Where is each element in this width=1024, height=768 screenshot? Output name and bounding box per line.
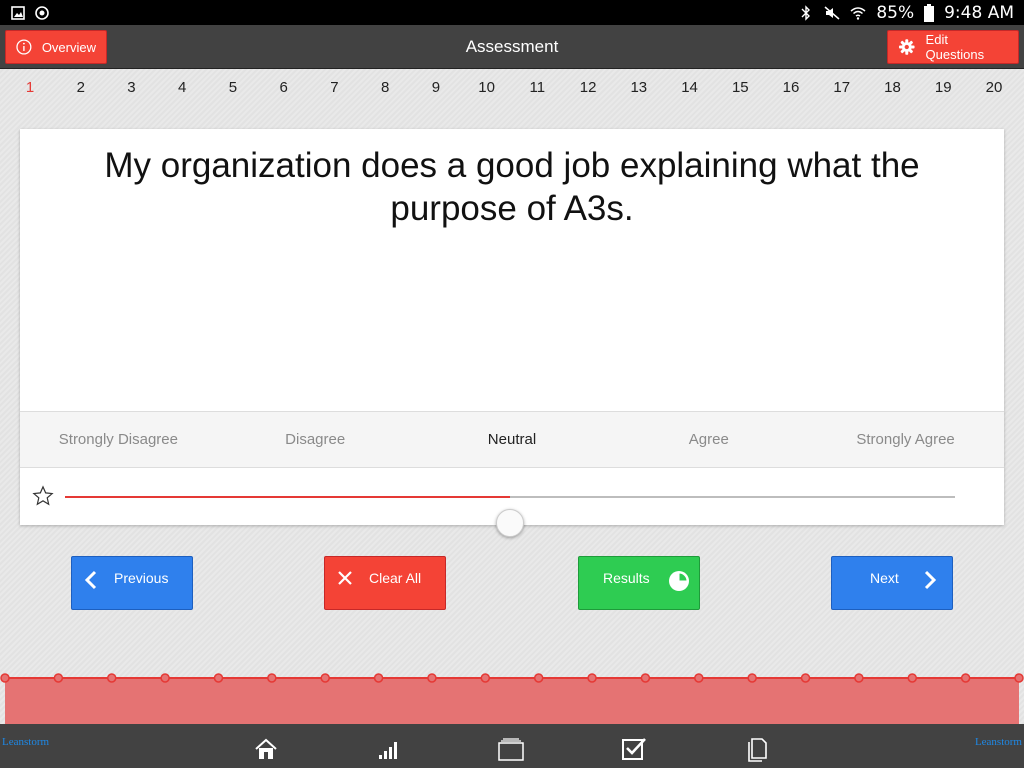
progress-point-12 (587, 673, 597, 683)
results-button[interactable]: Results (578, 556, 700, 610)
gear-icon (898, 39, 915, 55)
page-title: Assessment (465, 36, 559, 56)
progress-point-16 (800, 673, 811, 683)
question-number-3[interactable]: 3 (106, 76, 156, 100)
battery-icon (924, 3, 935, 22)
chevron-right-icon (924, 570, 936, 590)
question-text: My organization does a good job explaini… (104, 146, 920, 228)
question-number-17[interactable]: 17 (817, 76, 867, 100)
progress-point-8 (373, 673, 384, 683)
next-button[interactable]: Next (831, 556, 953, 610)
progress-area (5, 678, 1019, 724)
progress-point-6 (267, 673, 277, 683)
app-header: Overview Assessment Edit Questions (0, 25, 1024, 69)
question-number-11[interactable]: 11 (512, 76, 562, 100)
gallery-icon (11, 5, 25, 20)
question-number-16[interactable]: 16 (766, 76, 816, 100)
slider-track[interactable] (65, 496, 955, 537)
progress-point-9 (427, 673, 437, 683)
question-number-5[interactable]: 5 (208, 76, 258, 100)
question-number-10[interactable]: 10 (462, 76, 512, 100)
question-number-13[interactable]: 13 (614, 76, 664, 100)
question-number-4[interactable]: 4 (157, 76, 207, 100)
progress-point-18 (907, 673, 918, 683)
progress-point-7 (320, 673, 330, 683)
question-number-15[interactable]: 15 (715, 76, 765, 100)
progress-point-2 (53, 673, 64, 683)
battery-percent: 85% (876, 2, 915, 23)
pie-chart-icon (668, 571, 689, 591)
documents-icon[interactable] (744, 736, 770, 762)
next-label: Next (870, 570, 899, 586)
question-number-12[interactable]: 12 (563, 76, 613, 100)
question-number-6[interactable]: 6 (259, 76, 309, 100)
question-number-19[interactable]: 19 (918, 76, 968, 100)
home-icon[interactable] (253, 736, 279, 762)
rating-scale: Strongly Disagree Disagree Neutral Agree Str… (20, 411, 1004, 468)
progress-point-1 (0, 673, 10, 683)
scale-option-strongly-disagree[interactable]: Strongly Disagree (23, 431, 213, 448)
scale-option-agree[interactable]: Agree (614, 431, 804, 448)
question-number-18[interactable]: 18 (867, 76, 917, 100)
leanstorm-logo: Leanstorm (2, 736, 50, 748)
previous-label: Previous (114, 570, 169, 586)
overview-button[interactable]: Overview (5, 30, 107, 64)
clear-all-label: Clear All (369, 570, 422, 586)
cards-icon[interactable] (498, 736, 524, 762)
question-number-bar: 1 2 3 4 5 6 7 8 9 10 11 12 13 14 15 16 17 18 19 20 (5, 76, 1019, 100)
scale-option-neutral[interactable]: Neutral (417, 431, 607, 448)
question-number-8[interactable]: 8 (360, 76, 410, 100)
question-number-7[interactable]: 7 (309, 76, 359, 100)
slider-fill (65, 496, 510, 498)
previous-button[interactable]: Previous (71, 556, 193, 610)
answers-progress-chart (0, 673, 1024, 724)
bluetooth-icon (801, 4, 811, 21)
star-icon[interactable] (32, 485, 54, 507)
checkbox-icon[interactable] (621, 736, 647, 762)
progress-point-5 (213, 673, 224, 683)
status-right: 85% 9:48 AM (798, 3, 1014, 23)
clear-all-button[interactable]: Clear All (324, 556, 446, 610)
info-icon (16, 39, 32, 55)
edit-questions-label: Edit Questions (925, 32, 985, 62)
bottom-nav: Leanstorm Leanstorm (0, 724, 1024, 768)
progress-point-17 (854, 673, 864, 683)
leanstorm-logo-right: Leanstorm (974, 736, 1022, 748)
sync-icon (35, 5, 49, 20)
progress-point-13 (640, 673, 651, 683)
overview-label: Overview (41, 39, 96, 55)
slider-thumb[interactable] (496, 509, 524, 537)
chevron-left-icon (84, 570, 97, 590)
wifi-icon (850, 6, 866, 20)
progress-point-14 (694, 673, 704, 683)
bar-chart-icon[interactable] (376, 736, 402, 762)
edit-questions-button[interactable]: Edit Questions (887, 30, 1019, 64)
progress-point-15 (747, 673, 757, 683)
rating-slider-row (20, 469, 1004, 537)
question-number-14[interactable]: 14 (665, 76, 715, 100)
progress-point-10 (480, 673, 491, 683)
results-label: Results (603, 570, 650, 586)
question-number-20[interactable]: 20 (969, 76, 1019, 100)
progress-point-11 (533, 673, 544, 683)
clock: 9:48 AM (944, 2, 1014, 23)
progress-point-3 (106, 673, 117, 683)
question-number-1[interactable]: 1 (5, 76, 55, 100)
mute-icon (824, 5, 840, 20)
progress-point-20 (1014, 673, 1024, 683)
close-icon (338, 571, 352, 585)
question-number-9[interactable]: 9 (411, 76, 461, 100)
scale-option-strongly-agree[interactable]: Strongly Agree (811, 431, 1001, 448)
status-left (10, 5, 50, 21)
scale-option-disagree[interactable]: Disagree (220, 431, 410, 448)
question-card: My organization does a good job explaini… (20, 129, 1004, 537)
status-bar: 85% 9:48 AM (0, 0, 1024, 25)
question-number-2[interactable]: 2 (56, 76, 106, 100)
progress-point-19 (960, 673, 971, 683)
progress-point-4 (160, 673, 170, 683)
